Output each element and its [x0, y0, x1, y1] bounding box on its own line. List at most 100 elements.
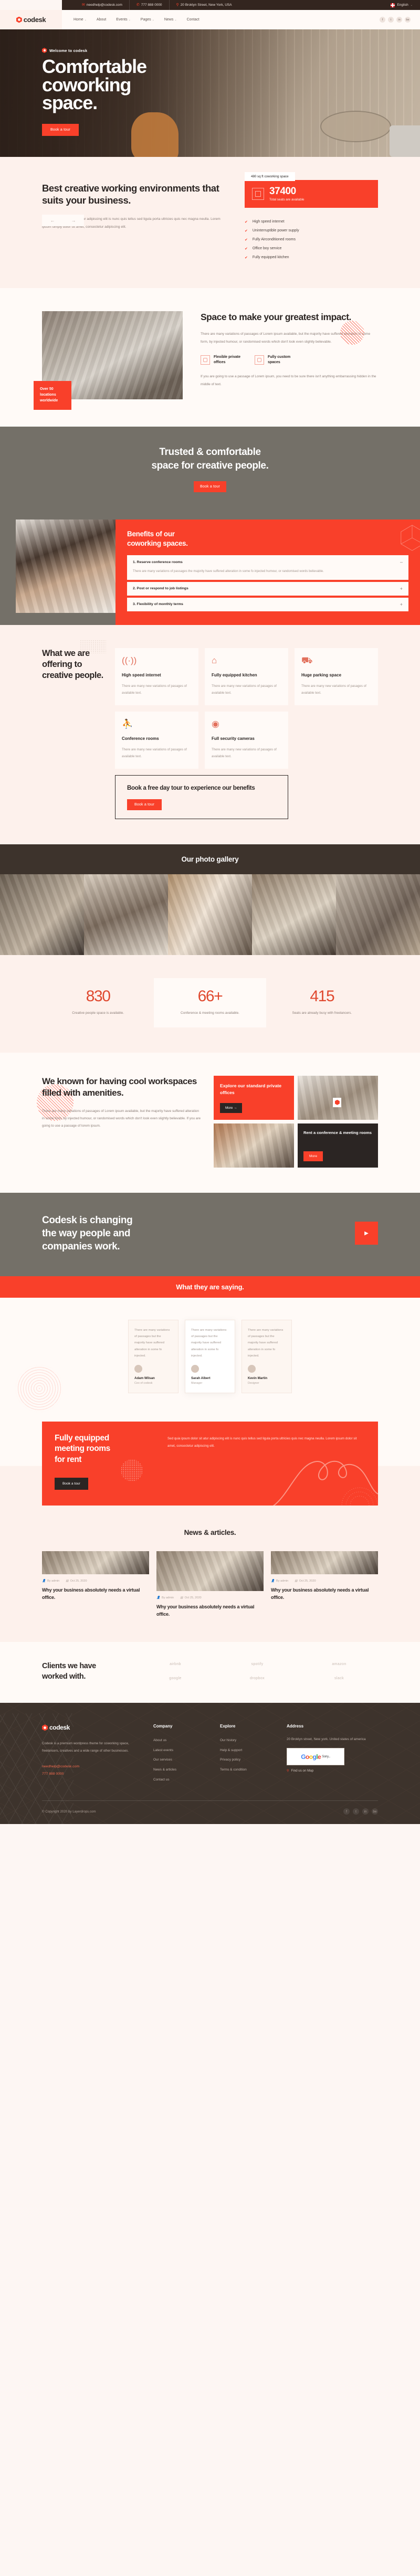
language-switcher[interactable]: English ⌄	[391, 3, 415, 7]
service-card-cameras[interactable]: ◉ Full security cameras There are many n…	[205, 711, 288, 769]
google-map-embed[interactable]: Google Sorry...	[287, 1748, 344, 1766]
known-photo	[214, 1123, 294, 1168]
twitter-icon[interactable]: t	[388, 17, 394, 23]
offering-book-tour-button[interactable]: Book a tour	[127, 799, 162, 810]
dots-decor	[121, 1459, 143, 1482]
brand-name: codesk	[23, 16, 46, 24]
gallery-title: Our photo gallery	[181, 855, 239, 863]
footer-link-our-history[interactable]: Our history	[220, 1736, 275, 1746]
nav-item-news[interactable]: News ⌄	[164, 18, 177, 22]
behance-icon[interactable]: be	[372, 1808, 378, 1815]
gallery-image[interactable]	[0, 874, 84, 955]
footer-link-privacy-policy[interactable]: Privacy policy	[220, 1755, 275, 1765]
explore-offices-title: Explore our standard private offices	[220, 1083, 282, 1095]
rent-conference-more-button[interactable]: More	[303, 1151, 323, 1161]
news-date: ▤ Oct 25, 2020	[180, 1596, 202, 1600]
footer-link-about-us[interactable]: About us	[153, 1736, 208, 1746]
news-card[interactable]: 👤 By admin ▤ Oct 25, 2020 Why your busines…	[271, 1551, 378, 1618]
codesk-logo-icon	[42, 1724, 48, 1731]
testimonials-title: What they are saying.	[176, 1283, 244, 1291]
nav-item-about[interactable]: About	[97, 18, 106, 22]
topbar-email-text: needhelp@codesk.com	[86, 3, 122, 7]
find-us-on-map-link[interactable]: ⚲ Find us on Map	[287, 1769, 378, 1773]
topbar-email[interactable]: ✉ needhelp@codesk.com	[72, 0, 130, 10]
counter-number: 830	[86, 987, 111, 1005]
topbar-phone[interactable]: ✆ 777 888 0000	[130, 0, 170, 10]
accordion-item[interactable]: 2. Post or respond to job listings +	[127, 581, 408, 596]
footer-link-contact-us[interactable]: Contact us	[153, 1775, 208, 1785]
known-paragraph: There are many variations of passages of…	[42, 1109, 201, 1128]
location-pin-icon: ⚲	[176, 3, 179, 7]
testimonial-quote: There are many variations of passages bu…	[191, 1329, 227, 1358]
accordion-item[interactable]: 3. Flexibility of monthly terms +	[127, 597, 408, 611]
gallery-image[interactable]	[84, 874, 168, 955]
footer-about: Codesk is a premium wordpress theme for …	[42, 1742, 129, 1753]
gallery-image[interactable]	[252, 874, 336, 955]
known-for-section: We known for having cool workspaces fill…	[0, 1052, 420, 1193]
footer-explore-title: Explore	[220, 1724, 236, 1729]
service-card-internet[interactable]: ((·)) High speed internet There are many…	[115, 648, 198, 705]
news-card[interactable]: 👤 By admin ▤ Oct 25, 2020 Why your busines…	[156, 1551, 264, 1618]
footer-phone-link[interactable]: 777 888 0000	[42, 1771, 142, 1778]
list-item: ✔ Uninterruptible power supply	[245, 226, 378, 235]
service-card-kitchen[interactable]: ⌂ Fully equipped kitchen There are many …	[205, 648, 288, 705]
logo-link[interactable]: codesk	[0, 10, 62, 29]
meeting-rooms-book-button[interactable]: Book a tour	[55, 1478, 88, 1490]
footer-address-text: 20 Broklyn street, New york. United stat…	[287, 1737, 366, 1742]
meeting-rooms-wrapper: Fully equipped meeting rooms for rent Bo…	[0, 1417, 420, 1526]
behance-icon[interactable]: be	[405, 17, 411, 23]
trusted-book-tour-button[interactable]: Book a tour	[194, 481, 226, 493]
news-card[interactable]: 👤 By admin ▤ Oct 25, 2020 Why your busines…	[42, 1551, 149, 1618]
nav-item-events[interactable]: Events ⌄	[116, 18, 131, 22]
hero-book-tour-button[interactable]: Book a tour	[42, 123, 79, 136]
footer-link-terms[interactable]: Terms & condition	[220, 1765, 275, 1775]
nav-item-home[interactable]: Home ⌄	[74, 18, 87, 22]
gallery-image[interactable]	[168, 874, 252, 955]
user-icon: 👤	[156, 1596, 160, 1600]
counter-item-conference-rooms: 66+ Conference & meeting rooms available…	[154, 978, 266, 1027]
testimonial-name: Adam Wilsan	[134, 1376, 155, 1380]
chevron-down-icon: ⌄	[410, 3, 413, 7]
list-item: ✔ Office boy service	[245, 244, 378, 253]
news-author: 👤 By admin	[271, 1579, 289, 1583]
minus-icon: –	[400, 559, 403, 565]
slider-next-icon[interactable]: →	[71, 218, 76, 223]
footer-email-link[interactable]: needhelp@codesk.com	[42, 1763, 142, 1771]
footer-link-latest-events[interactable]: Latest events	[153, 1746, 208, 1756]
facebook-icon[interactable]: f	[380, 17, 385, 23]
footer-company-column: Company About us Latest events Our servi…	[153, 1724, 208, 1785]
instagram-icon[interactable]: in	[362, 1808, 369, 1815]
gallery-image[interactable]	[336, 874, 420, 955]
list-item: Flexible private offices	[201, 355, 241, 365]
slider-prev-icon[interactable]: ←	[50, 218, 55, 223]
calendar-icon: ▤	[66, 1579, 69, 1583]
custom-space-icon	[255, 355, 264, 365]
footer-address-column: Address 20 Broklyn street, New york. Uni…	[287, 1724, 378, 1785]
footer-logo[interactable]: codesk	[42, 1724, 142, 1731]
service-card-conference[interactable]: ⛹ Conference rooms There are many new va…	[115, 711, 198, 769]
nav-item-pages[interactable]: Pages ⌄	[141, 18, 154, 22]
footer-link-help-support[interactable]: Help & support	[220, 1746, 275, 1756]
twitter-icon[interactable]: t	[353, 1808, 359, 1815]
linkedin-icon[interactable]: in	[396, 17, 402, 23]
benefits-title: Benefits of our coworking spaces.	[127, 529, 408, 548]
video-play-button[interactable]: ▶	[355, 1222, 378, 1245]
footer-link-news-articles[interactable]: News & articles	[153, 1765, 208, 1775]
accordion-title: 3. Flexibility of monthly terms	[133, 602, 183, 607]
footer-link-our-services[interactable]: Our services	[153, 1755, 208, 1765]
check-icon: ✔	[245, 229, 248, 233]
news-image	[42, 1551, 149, 1575]
service-body: There are many new variations of pasages…	[122, 684, 187, 695]
locations-badge: Over 50 locations worldwide	[34, 381, 71, 410]
news-image	[156, 1551, 264, 1592]
client-logo: dropbox	[249, 1677, 265, 1681]
facebook-icon[interactable]: f	[343, 1808, 350, 1815]
service-title: Huge parking space	[301, 672, 342, 677]
service-card-parking[interactable]: ⛟ Huge parking space There are many new …	[295, 648, 378, 705]
client-logo: airbnb	[170, 1662, 181, 1667]
page-root: ✉ needhelp@codesk.com ✆ 777 888 0000 ⚲ 2…	[0, 0, 420, 1825]
counter-item-seats-busy: 415 Seats are already busy with freelanc…	[266, 978, 378, 1027]
accordion-item[interactable]: 1. Reserve conference rooms – There are …	[127, 555, 408, 580]
explore-offices-more-button[interactable]: More →	[220, 1103, 243, 1113]
nav-item-contact[interactable]: Contact	[187, 18, 200, 22]
